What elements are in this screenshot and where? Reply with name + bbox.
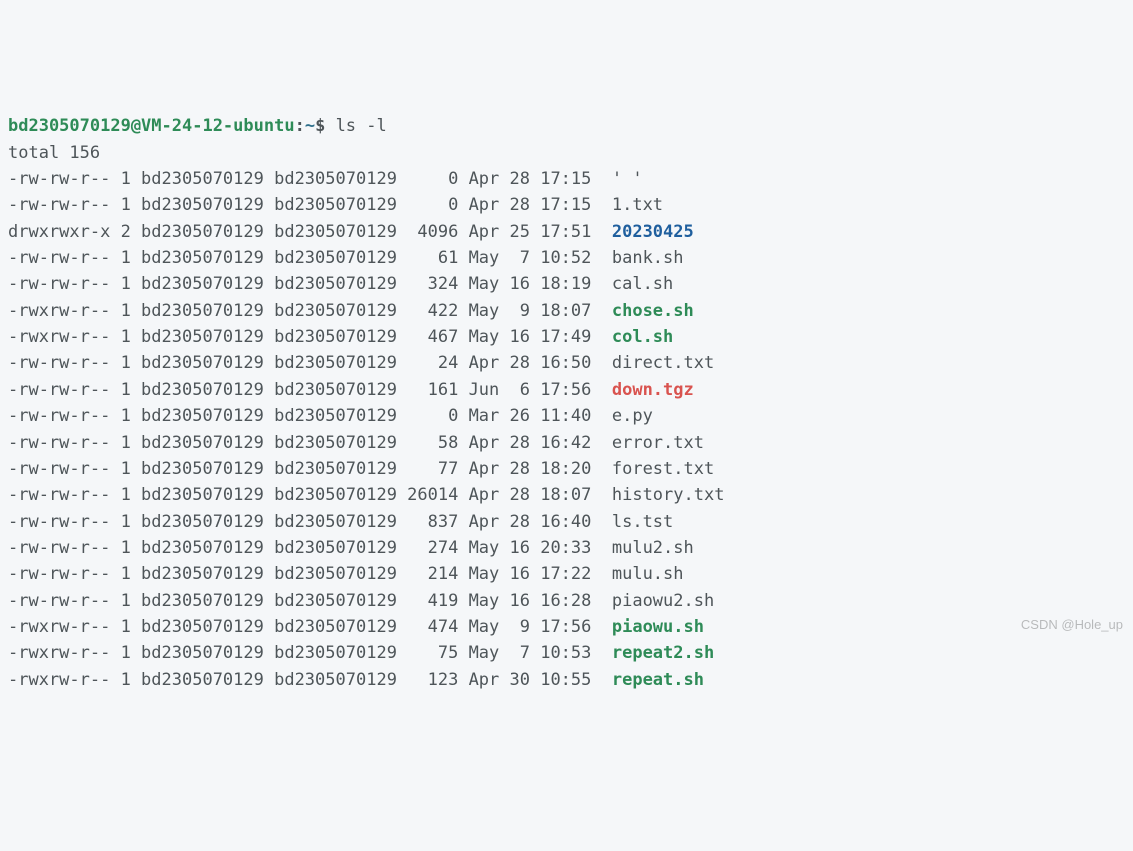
file-name: cal.sh [612, 274, 673, 294]
list-item: -rw-rw-r-- 1 bd2305070129 bd2305070129 0… [8, 166, 1125, 192]
file-meta: -rw-rw-r-- 1 bd2305070129 bd2305070129 2… [8, 564, 612, 584]
file-name: forest.txt [612, 459, 714, 479]
file-meta: -rwxrw-r-- 1 bd2305070129 bd2305070129 7… [8, 643, 612, 663]
list-item: -rw-rw-r-- 1 bd2305070129 bd2305070129 2… [8, 535, 1125, 561]
list-item: -rw-rw-r-- 1 bd2305070129 bd2305070129 7… [8, 456, 1125, 482]
file-name: e.py [612, 406, 653, 426]
file-meta: -rw-rw-r-- 1 bd2305070129 bd2305070129 2… [8, 485, 612, 505]
file-name: error.txt [612, 433, 704, 453]
file-name: mulu2.sh [612, 538, 694, 558]
list-item: -rw-rw-r-- 1 bd2305070129 bd2305070129 0… [8, 192, 1125, 218]
file-meta: -rw-rw-r-- 1 bd2305070129 bd2305070129 3… [8, 274, 612, 294]
terminal-output[interactable]: bd2305070129@VM-24-12-ubuntu:~$ ls -ltot… [8, 113, 1125, 693]
file-name: 20230425 [612, 222, 694, 242]
file-name: ls.tst [612, 512, 673, 532]
list-item: -rwxrw-r-- 1 bd2305070129 bd2305070129 4… [8, 298, 1125, 324]
prompt-line: bd2305070129@VM-24-12-ubuntu:~$ ls -l [8, 113, 1125, 139]
file-meta: -rw-rw-r-- 1 bd2305070129 bd2305070129 2… [8, 538, 612, 558]
file-meta: -rw-rw-r-- 1 bd2305070129 bd2305070129 5… [8, 433, 612, 453]
list-item: -rw-rw-r-- 1 bd2305070129 bd2305070129 4… [8, 588, 1125, 614]
file-meta: -rw-rw-r-- 1 bd2305070129 bd2305070129 1… [8, 380, 612, 400]
file-name: repeat2.sh [612, 643, 714, 663]
file-meta: -rw-rw-r-- 1 bd2305070129 bd2305070129 0… [8, 406, 612, 426]
list-item: -rwxrw-r-- 1 bd2305070129 bd2305070129 4… [8, 614, 1125, 640]
list-item: -rw-rw-r-- 1 bd2305070129 bd2305070129 1… [8, 377, 1125, 403]
file-name: history.txt [612, 485, 725, 505]
prompt-dollar: $ [315, 116, 335, 136]
list-item: -rw-rw-r-- 1 bd2305070129 bd2305070129 3… [8, 271, 1125, 297]
file-meta: -rw-rw-r-- 1 bd2305070129 bd2305070129 4… [8, 591, 612, 611]
watermark: CSDN @Hole_up [1021, 615, 1123, 635]
file-name: repeat.sh [612, 670, 704, 690]
file-meta: drwxrwxr-x 2 bd2305070129 bd2305070129 4… [8, 222, 612, 242]
list-item: -rwxrw-r-- 1 bd2305070129 bd2305070129 7… [8, 640, 1125, 666]
prompt-path: ~ [305, 116, 315, 136]
prompt-user-host: bd2305070129@VM-24-12-ubuntu [8, 116, 295, 136]
list-item: -rwxrw-r-- 1 bd2305070129 bd2305070129 4… [8, 324, 1125, 350]
file-name: chose.sh [612, 301, 694, 321]
file-name: down.tgz [612, 380, 694, 400]
file-meta: -rwxrw-r-- 1 bd2305070129 bd2305070129 1… [8, 670, 612, 690]
list-item: drwxrwxr-x 2 bd2305070129 bd2305070129 4… [8, 219, 1125, 245]
list-item: -rw-rw-r-- 1 bd2305070129 bd2305070129 6… [8, 245, 1125, 271]
file-meta: -rwxrw-r-- 1 bd2305070129 bd2305070129 4… [8, 617, 612, 637]
file-meta: -rwxrw-r-- 1 bd2305070129 bd2305070129 4… [8, 327, 612, 347]
prompt-separator: : [295, 116, 305, 136]
file-name: ' ' [612, 169, 643, 189]
file-name: bank.sh [612, 248, 684, 268]
file-name: piaowu2.sh [612, 591, 714, 611]
file-name: mulu.sh [612, 564, 684, 584]
prompt-command: ls -l [336, 116, 387, 136]
list-item: -rw-rw-r-- 1 bd2305070129 bd2305070129 2… [8, 561, 1125, 587]
total-line: total 156 [8, 140, 1125, 166]
list-item: -rw-rw-r-- 1 bd2305070129 bd2305070129 8… [8, 509, 1125, 535]
file-meta: -rw-rw-r-- 1 bd2305070129 bd2305070129 8… [8, 512, 612, 532]
file-meta: -rw-rw-r-- 1 bd2305070129 bd2305070129 0… [8, 195, 612, 215]
file-name: col.sh [612, 327, 673, 347]
file-name: direct.txt [612, 353, 714, 373]
file-meta: -rw-rw-r-- 1 bd2305070129 bd2305070129 7… [8, 459, 612, 479]
list-item: -rw-rw-r-- 1 bd2305070129 bd2305070129 5… [8, 430, 1125, 456]
list-item: -rw-rw-r-- 1 bd2305070129 bd2305070129 2… [8, 350, 1125, 376]
file-meta: -rw-rw-r-- 1 bd2305070129 bd2305070129 6… [8, 248, 612, 268]
file-meta: -rwxrw-r-- 1 bd2305070129 bd2305070129 4… [8, 301, 612, 321]
file-name: 1.txt [612, 195, 663, 215]
list-item: -rw-rw-r-- 1 bd2305070129 bd2305070129 0… [8, 403, 1125, 429]
list-item: -rwxrw-r-- 1 bd2305070129 bd2305070129 1… [8, 667, 1125, 693]
file-name: piaowu.sh [612, 617, 704, 637]
file-meta: -rw-rw-r-- 1 bd2305070129 bd2305070129 2… [8, 353, 612, 373]
list-item: -rw-rw-r-- 1 bd2305070129 bd2305070129 2… [8, 482, 1125, 508]
file-meta: -rw-rw-r-- 1 bd2305070129 bd2305070129 0… [8, 169, 612, 189]
